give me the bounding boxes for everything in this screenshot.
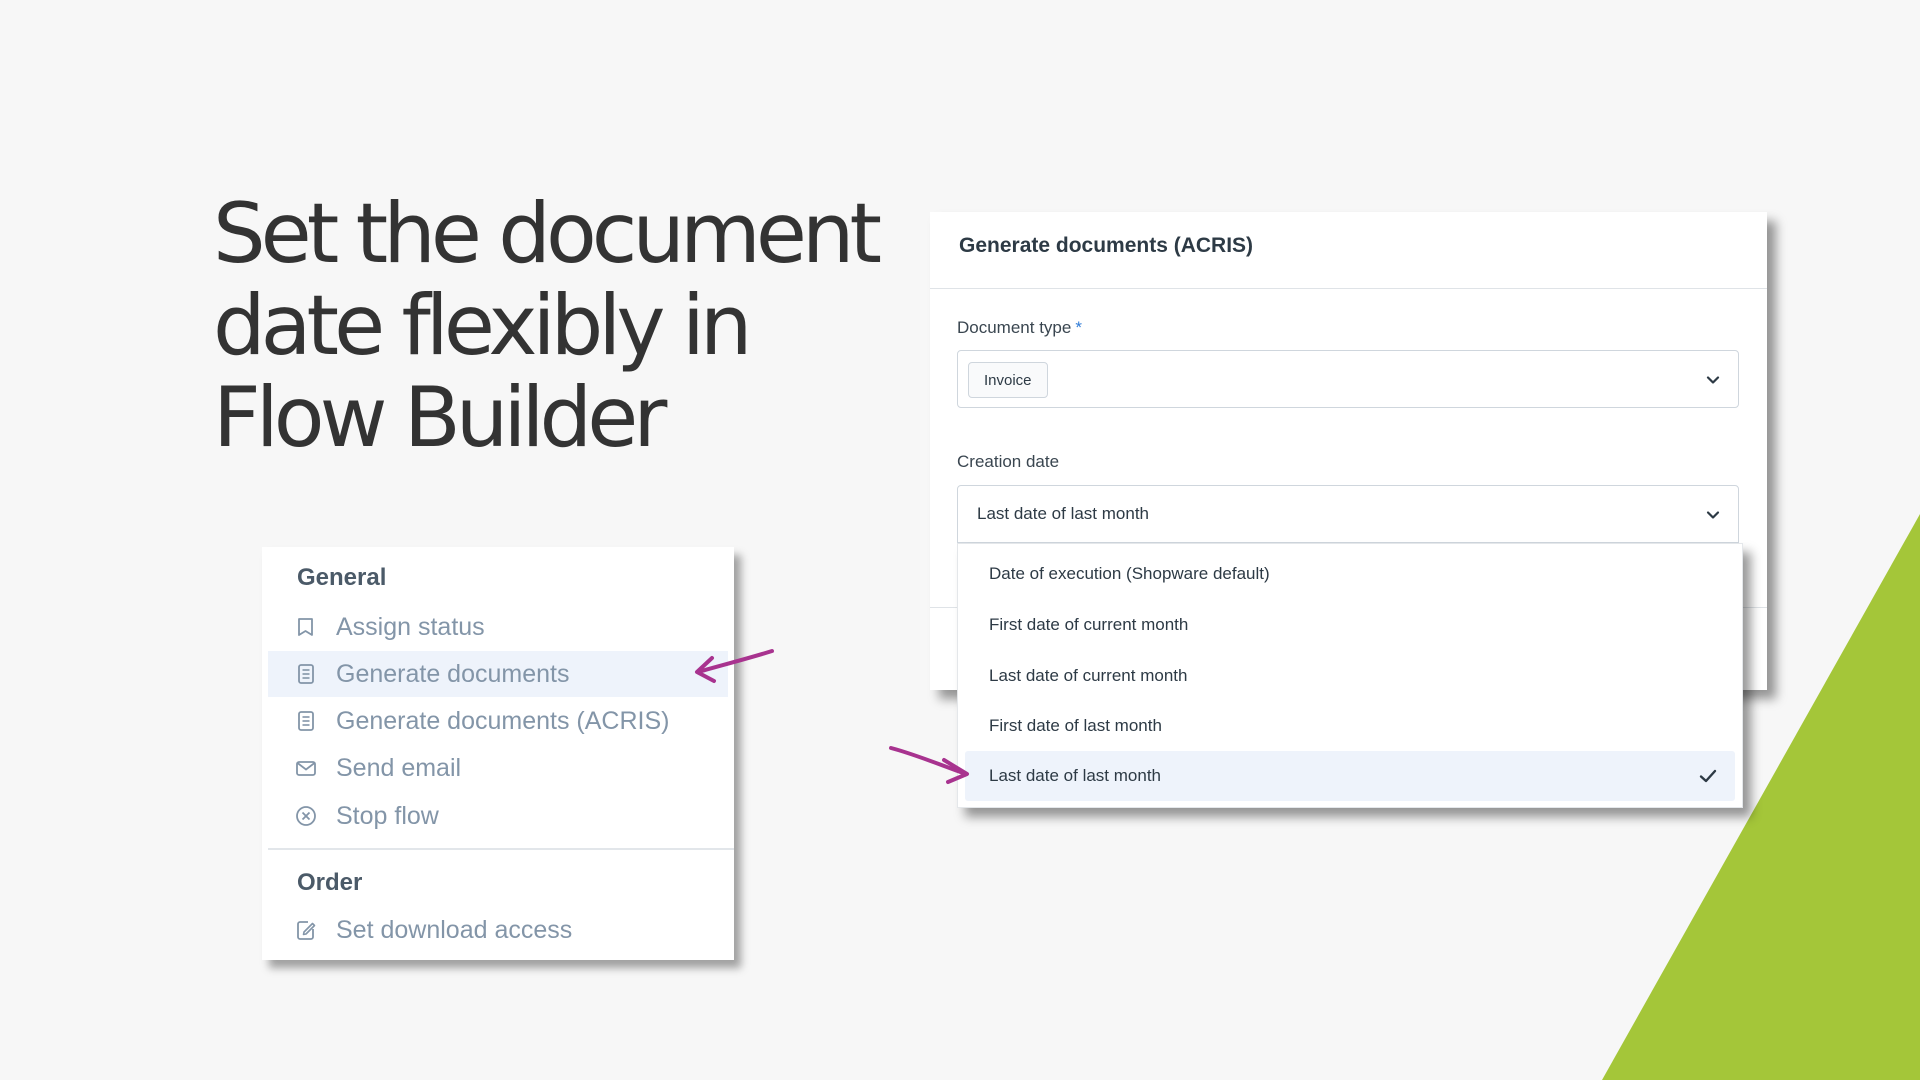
required-marker: * xyxy=(1075,318,1082,337)
menu-item-set-download-access[interactable]: Set download access xyxy=(268,907,728,953)
dropdown-option-label: Last date of last month xyxy=(989,766,1161,785)
page-headline: Set the document date flexibly in Flow B… xyxy=(213,188,913,464)
menu-item-label: Set download access xyxy=(336,915,573,944)
document-type-label-text: Document type xyxy=(957,318,1072,337)
creation-date-dropdown: Date of execution (Shopware default) Fir… xyxy=(957,543,1743,808)
menu-item-assign-status[interactable]: Assign status xyxy=(268,604,728,650)
dropdown-option[interactable]: Last date of current month xyxy=(965,651,1735,701)
menu-group-title-general: General xyxy=(297,564,387,591)
menu-item-send-email[interactable]: Send email xyxy=(268,745,728,791)
headline-line-1: Set the document xyxy=(213,185,882,282)
document-type-chip[interactable]: Invoice xyxy=(968,362,1048,398)
mail-icon xyxy=(294,756,318,780)
edit-document-icon xyxy=(294,918,318,942)
menu-group-title-order: Order xyxy=(297,869,363,896)
menu-item-generate-documents-acris[interactable]: Generate documents (ACRIS) xyxy=(268,698,728,744)
flow-action-menu: General Assign status Generate documents… xyxy=(262,547,734,960)
menu-divider xyxy=(268,848,734,850)
headline-line-3: Flow Builder xyxy=(213,369,667,466)
checkmark-icon xyxy=(1699,769,1717,783)
menu-item-label: Send email xyxy=(336,753,462,782)
dropdown-option-label: First date of last month xyxy=(989,716,1162,735)
creation-date-value: Last date of last month xyxy=(977,504,1149,523)
dropdown-option-label: First date of current month xyxy=(989,615,1189,634)
document-icon xyxy=(294,709,318,733)
chevron-down-icon[interactable] xyxy=(1705,372,1721,388)
creation-date-select[interactable]: Last date of last month xyxy=(957,485,1739,543)
menu-item-generate-documents[interactable]: Generate documents xyxy=(268,651,728,697)
document-type-select[interactable]: Invoice xyxy=(957,350,1739,408)
dropdown-option[interactable]: Date of execution (Shopware default) xyxy=(965,549,1735,599)
document-type-label: Document type * xyxy=(957,318,1082,338)
menu-item-stop-flow[interactable]: Stop flow xyxy=(268,793,728,839)
dropdown-option[interactable]: First date of last month xyxy=(965,701,1735,751)
dropdown-option-selected[interactable]: Last date of last month xyxy=(965,751,1735,801)
menu-item-label: Assign status xyxy=(336,612,485,641)
dropdown-option-label: Last date of current month xyxy=(989,666,1188,685)
headline-line-2: date flexibly in xyxy=(213,277,753,374)
menu-item-label: Stop flow xyxy=(336,801,439,830)
dropdown-option-label: Date of execution (Shopware default) xyxy=(989,564,1270,583)
creation-date-label: Creation date xyxy=(957,452,1060,471)
chevron-down-icon[interactable] xyxy=(1705,507,1721,523)
modal-title: Generate documents (ACRIS) xyxy=(959,234,1254,257)
menu-item-label: Generate documents xyxy=(336,659,570,688)
menu-item-label: Generate documents (ACRIS) xyxy=(336,706,670,735)
document-icon xyxy=(294,662,318,686)
x-circle-icon xyxy=(294,804,318,828)
modal-header-divider xyxy=(930,288,1767,289)
tag-icon xyxy=(294,615,318,639)
dropdown-option[interactable]: First date of current month xyxy=(965,600,1735,650)
